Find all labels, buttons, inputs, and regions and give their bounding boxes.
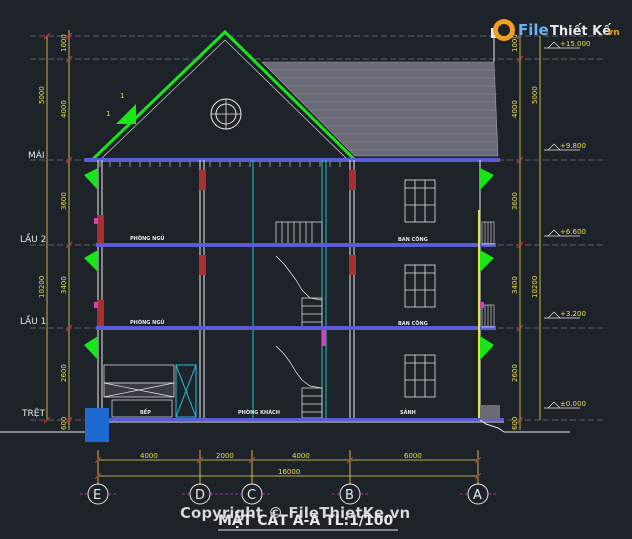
total-dim: 16000 [278, 468, 300, 476]
level-label-roof: MÁI [28, 149, 45, 161]
grid-axis-d: D [195, 488, 205, 503]
right-dim-6: 10200 [531, 276, 539, 298]
room-balcony-2: BAN CÔNG [398, 236, 428, 243]
left-dim-2: 5000 [38, 86, 46, 104]
level-label-ground: TRỆT [21, 407, 45, 419]
logo-brand-thietke: Thiết Kế [550, 24, 611, 39]
elev-5: ±0.000 [560, 400, 586, 408]
cad-section-drawing: 1000 5000 4000 3600 3400 10200 2600 600 … [0, 0, 632, 539]
bottom-dim-1: 4000 [140, 452, 158, 460]
slope-rise: 1 [120, 92, 124, 100]
elev-1: +15.000 [560, 40, 590, 48]
logo-brand-file: File [518, 21, 549, 39]
left-dim-3: 4000 [60, 100, 68, 118]
room-bedroom-2: PHÒNG NGỦ [130, 234, 164, 242]
left-dim-6: 10200 [38, 276, 46, 298]
right-dim-4: 3600 [511, 192, 519, 210]
left-dim-10: 600 [60, 417, 68, 430]
elev-4: +3.200 [560, 310, 586, 318]
bottom-dim-3: 4000 [292, 452, 310, 460]
room-living: PHÒNG KHÁCH [238, 409, 280, 416]
slope-run: 1 [106, 110, 110, 118]
left-dim-4: 3600 [60, 192, 68, 210]
right-dim-2: 5000 [531, 86, 539, 104]
bottom-dim-2: 2000 [216, 452, 234, 460]
room-lobby: SẢNH [400, 408, 416, 416]
grid-axis-e: E [93, 488, 101, 503]
elev-3: +6.600 [560, 228, 586, 236]
right-dim-10: 600 [511, 417, 519, 430]
logo-brand-vn: .vn [604, 28, 620, 38]
grid-axis-b: B [345, 488, 354, 503]
grid-axis-c: C [247, 488, 256, 503]
left-dim-9: 2600 [60, 364, 68, 382]
right-dim-3: 4000 [511, 100, 519, 118]
room-balcony-1: BAN CÔNG [398, 320, 428, 327]
yellow-pole [478, 210, 480, 418]
grid-axis-a: A [473, 488, 482, 503]
room-kitchen: BẾP [140, 408, 151, 416]
right-dim-9: 2600 [511, 364, 519, 382]
left-dim-1: 1000 [60, 34, 68, 52]
elev-2: +9.800 [560, 142, 586, 150]
room-bedroom-1: PHÒNG NGỦ [130, 318, 164, 326]
copyright-watermark: Copyright © FileThietKe.vn [180, 504, 410, 522]
right-dim-5: 3400 [511, 276, 519, 294]
left-dim-5: 3400 [60, 276, 68, 294]
bottom-dim-4: 6000 [404, 452, 422, 460]
entrance-door [85, 408, 109, 442]
entrance-steps [480, 405, 500, 420]
